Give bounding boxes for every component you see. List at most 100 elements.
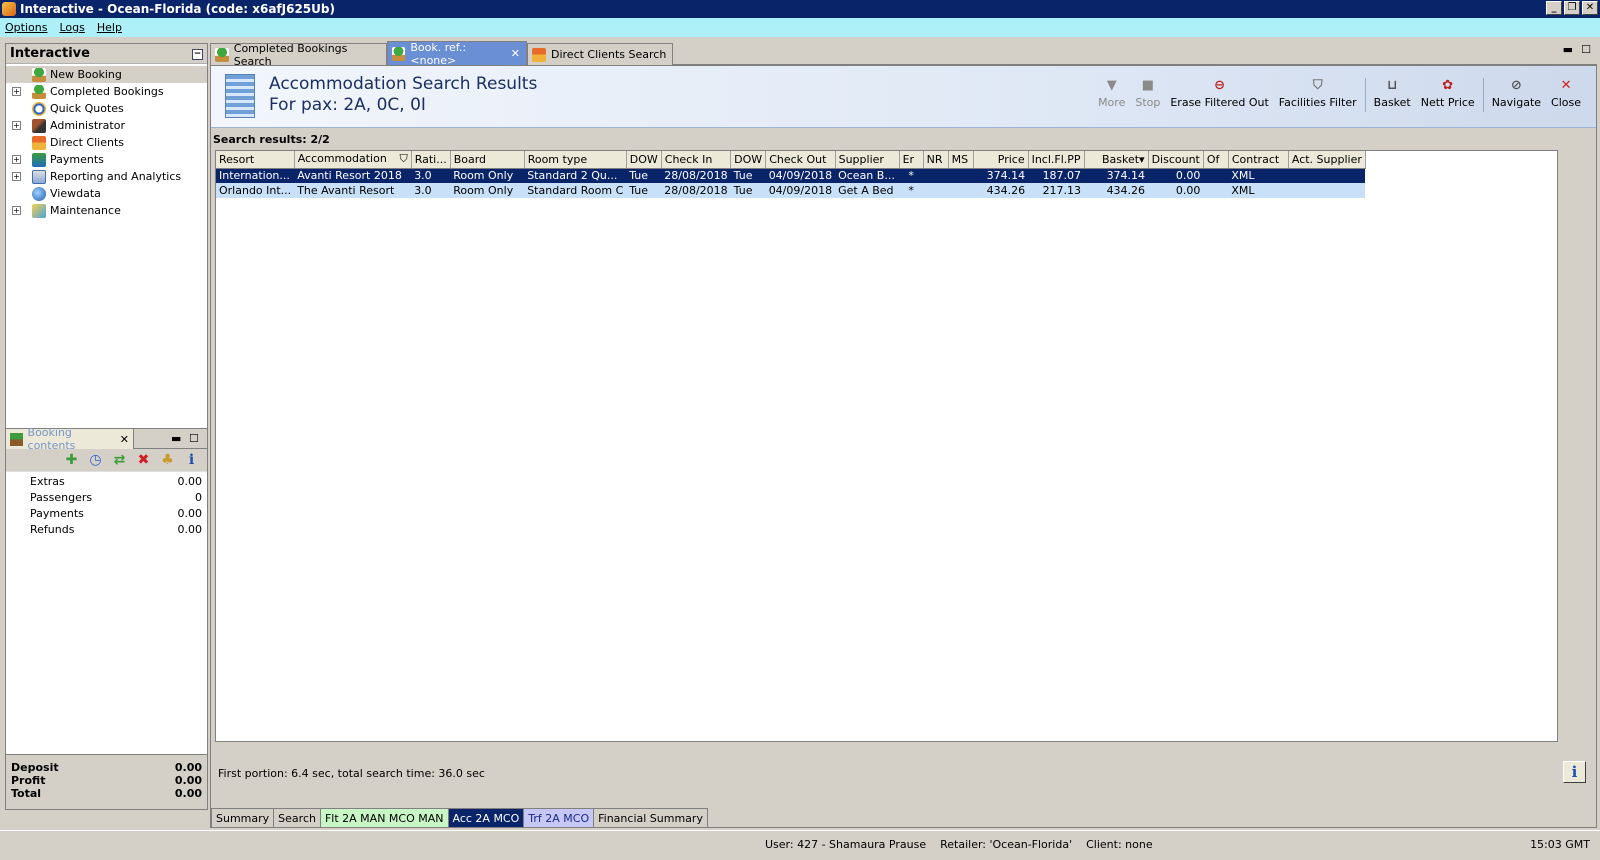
- column-header-room-type[interactable]: Room type: [524, 151, 627, 169]
- tab-completed-bookings-search[interactable]: Completed Bookings Search: [210, 42, 387, 68]
- more-button[interactable]: ▼ More: [1093, 78, 1130, 109]
- menu-options[interactable]: Options: [5, 21, 47, 34]
- tree-item-reporting-and-analytics[interactable]: + Reporting and Analytics: [6, 168, 207, 185]
- menu-help[interactable]: Help: [97, 21, 122, 34]
- button-label: Facilities Filter: [1278, 96, 1357, 109]
- info-button[interactable]: i: [1563, 761, 1586, 783]
- row-label: Refunds: [30, 523, 75, 536]
- column-header-of[interactable]: Of: [1203, 151, 1229, 169]
- column-header-dow-in[interactable]: DOW: [626, 151, 662, 169]
- column-header-board[interactable]: Board: [450, 151, 525, 169]
- cell-contract: XML: [1228, 183, 1289, 198]
- tab-summary[interactable]: Summary: [211, 808, 275, 827]
- column-header-nr[interactable]: NR: [923, 151, 949, 169]
- tree-item-direct-clients[interactable]: Direct Clients: [6, 134, 207, 151]
- stop-button[interactable]: ■ Stop: [1130, 78, 1165, 109]
- toolbar-separator: [1364, 78, 1366, 112]
- tab-search[interactable]: Search: [273, 808, 321, 827]
- tree-item-new-booking[interactable]: New Booking: [6, 66, 207, 83]
- close-window-button[interactable]: ✕: [1582, 1, 1598, 15]
- cell-check-in: 28/08/2018: [661, 168, 731, 183]
- column-header-basket[interactable]: Basket▾: [1084, 151, 1149, 169]
- column-header-resort[interactable]: Resort: [216, 151, 295, 169]
- table-row[interactable]: Internation... Avanti Resort 2018 3.0 Ro…: [216, 168, 1366, 183]
- menu-bar: Options Logs Help: [0, 18, 1600, 37]
- minimize-view-button[interactable]: ▬: [1563, 43, 1573, 56]
- close-button[interactable]: ✕ Close: [1546, 78, 1586, 109]
- tab-direct-clients-search[interactable]: Direct Clients Search: [527, 43, 673, 65]
- expand-icon[interactable]: +: [12, 172, 21, 181]
- navigate-button[interactable]: ⊘ Navigate: [1487, 78, 1546, 109]
- expand-icon[interactable]: +: [12, 121, 21, 130]
- nett-price-button[interactable]: ✿ Nett Price: [1416, 78, 1480, 109]
- transfer-icon[interactable]: ⇄: [112, 452, 127, 468]
- column-header-dow-out[interactable]: DOW: [730, 151, 767, 169]
- tab-financial-summary[interactable]: Financial Summary: [593, 808, 708, 827]
- results-subtitle: For pax: 2A, 0C, 0I: [269, 95, 426, 115]
- close-tab-icon[interactable]: ✕: [120, 433, 129, 446]
- column-header-accommodation[interactable]: Accommodation ⛉: [294, 151, 412, 169]
- tree-item-payments[interactable]: + Payments: [6, 151, 207, 168]
- cell-price: 374.14: [973, 168, 1029, 183]
- clock-icon[interactable]: ◷: [88, 452, 103, 468]
- column-header-rating[interactable]: Rati...: [411, 151, 451, 169]
- cell-accommodation: Avanti Resort 2018: [294, 168, 412, 183]
- expand-icon[interactable]: +: [12, 155, 21, 164]
- tab-accommodation[interactable]: Acc 2A MCO: [447, 808, 525, 827]
- palm-icon[interactable]: ♣: [160, 452, 175, 468]
- cell-discount: 0.00: [1148, 168, 1204, 183]
- column-header-incl-fl-pp[interactable]: Incl.Fl.PP: [1028, 151, 1085, 169]
- tree-item-label: Direct Clients: [50, 136, 125, 149]
- cell-check-out: 04/09/2018: [765, 168, 836, 183]
- collapse-panel-button[interactable]: −: [192, 49, 203, 60]
- column-header-discount[interactable]: Discount: [1148, 151, 1204, 169]
- cell-incl-fl-pp: 217.13: [1028, 183, 1085, 198]
- minimize-button[interactable]: _: [1546, 1, 1562, 15]
- column-header-check-in[interactable]: Check In: [661, 151, 732, 169]
- delete-icon[interactable]: ✖: [136, 452, 151, 468]
- button-label: Basket: [1373, 96, 1411, 109]
- cell-dow-in: Tue: [626, 183, 662, 198]
- column-header-act-supplier[interactable]: Act. Supplier: [1288, 151, 1366, 169]
- close-tab-icon[interactable]: ✕: [511, 47, 520, 60]
- tree-item-viewdata[interactable]: Viewdata: [6, 185, 207, 202]
- facilities-filter-button[interactable]: ⛉ Facilities Filter: [1274, 78, 1362, 109]
- navigation-panel: Interactive − New Booking + Completed Bo…: [5, 43, 208, 434]
- row-label: Passengers: [30, 491, 93, 504]
- tree-item-quick-quotes[interactable]: Quick Quotes: [6, 100, 207, 117]
- expand-icon[interactable]: +: [12, 87, 21, 96]
- column-header-contract[interactable]: Contract: [1228, 151, 1289, 169]
- column-header-supplier[interactable]: Supplier: [835, 151, 900, 169]
- palm-icon: [392, 46, 406, 61]
- tree-item-maintenance[interactable]: + Maintenance: [6, 202, 207, 219]
- erase-icon: ⊖: [1214, 78, 1226, 93]
- tab-transfer[interactable]: Trf 2A MCO: [523, 808, 595, 827]
- tree-item-administrator[interactable]: + Administrator: [6, 117, 207, 134]
- column-header-ms[interactable]: MS: [948, 151, 974, 169]
- navigation-panel-header: Interactive −: [6, 44, 207, 64]
- column-header-check-out[interactable]: Check Out: [765, 151, 836, 169]
- menu-logs[interactable]: Logs: [59, 21, 84, 34]
- status-user: User: 427 - Shamaura Prause: [765, 838, 927, 851]
- cell-er: *: [899, 168, 924, 183]
- column-header-price[interactable]: Price: [973, 151, 1029, 169]
- basket-button[interactable]: ⊔ Basket: [1369, 78, 1416, 109]
- maximize-panel-button[interactable]: ☐: [189, 432, 199, 445]
- column-header-er[interactable]: Er: [899, 151, 924, 169]
- tab-booking-ref[interactable]: Book. ref.: <none> ✕: [387, 41, 527, 67]
- tab-flight[interactable]: Flt 2A MAN MCO MAN: [319, 808, 449, 827]
- maximize-button[interactable]: ❐: [1564, 1, 1580, 15]
- erase-filtered-out-button[interactable]: ⊖ Erase Filtered Out: [1165, 78, 1273, 109]
- tree-item-completed-bookings[interactable]: + Completed Bookings: [6, 83, 207, 100]
- info-icon[interactable]: i: [184, 452, 199, 468]
- maximize-view-button[interactable]: ☐: [1581, 43, 1591, 56]
- tab-booking-contents[interactable]: Booking contents ✕: [6, 426, 134, 452]
- row-value: 0.00: [177, 507, 203, 520]
- filter-icon[interactable]: ⛉: [399, 152, 407, 166]
- cell-dow-in: Tue: [626, 168, 662, 183]
- table-row[interactable]: Orlando Int... The Avanti Resort 3.0 Roo…: [216, 183, 1366, 198]
- minimize-panel-button[interactable]: ▬: [171, 432, 181, 445]
- results-title: Accommodation Search Results: [269, 74, 538, 94]
- add-icon[interactable]: ✚: [64, 452, 79, 468]
- expand-icon[interactable]: +: [12, 206, 21, 215]
